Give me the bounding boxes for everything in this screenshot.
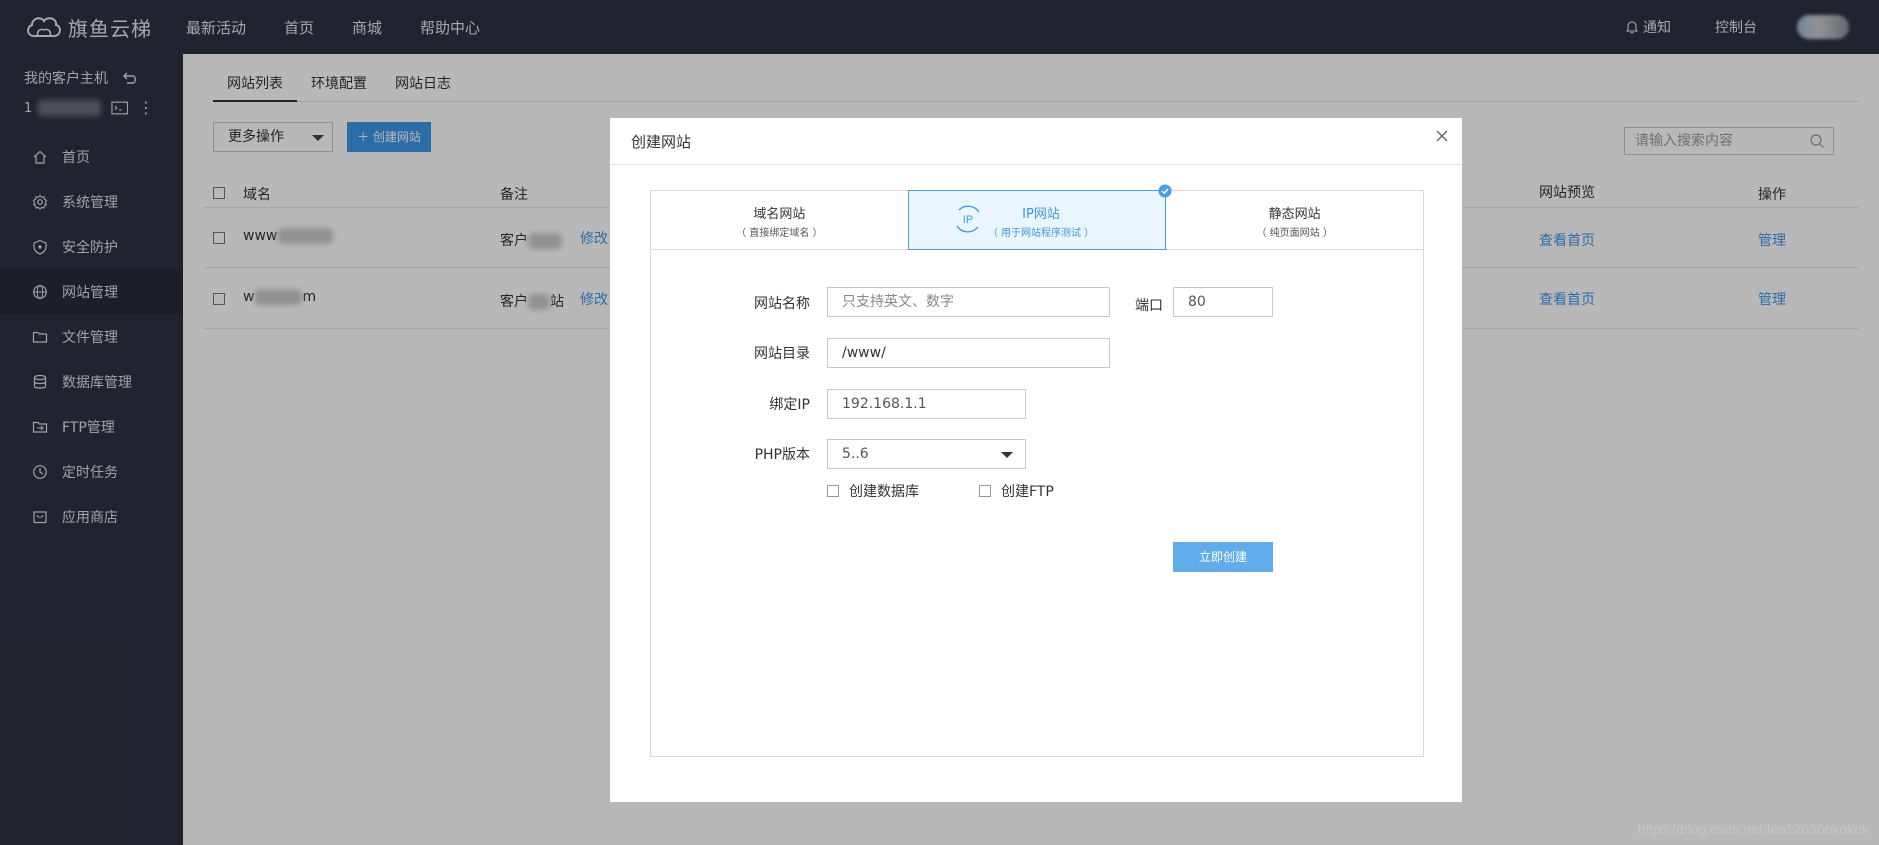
bind-ip-label: 绑定IP — [769, 397, 810, 413]
ip-icon: IP — [956, 205, 980, 233]
type-label: 静态网站 — [1268, 207, 1321, 222]
bind-ip-input[interactable]: 192.168.1.1 — [827, 389, 1026, 419]
checkbox-box — [979, 485, 991, 497]
type-sub: （ 直接绑定域名 ） — [736, 228, 823, 239]
checkbox-box — [827, 485, 839, 497]
type-sub: （ 纯页面网站 ） — [1256, 228, 1333, 239]
create-ftp-checkbox[interactable]: 创建FTP — [979, 481, 1054, 501]
php-version-select[interactable]: 5..6 — [827, 439, 1026, 469]
modal-body: 域名网站 （ 直接绑定域名 ） IP IP网站 （ 用于网站程序测试 ） 静态网… — [650, 184, 1424, 757]
create-db-checkbox[interactable]: 创建数据库 — [827, 481, 919, 501]
site-dir-input[interactable]: /www/ — [827, 338, 1110, 368]
modal-title: 创建网站 — [631, 133, 692, 151]
type-label: 域名网站 — [753, 207, 806, 222]
site-name-input[interactable]: 只支持英文、数字 — [827, 287, 1110, 317]
port-input[interactable]: 80 — [1173, 287, 1273, 317]
create-website-modal: 创建网站 域名网站 （ 直接绑定域名 ） IP IP网站 （ 用于网站程序测试 … — [610, 118, 1462, 802]
type-ip-site[interactable]: IP IP网站 （ 用于网站程序测试 ） — [907, 184, 1172, 250]
caret-down-icon — [1001, 452, 1013, 458]
type-static-site[interactable]: 静态网站 （ 纯页面网站 ） — [1166, 191, 1423, 249]
site-dir-label: 网站目录 — [754, 346, 810, 362]
type-text: IP网站 （ 用于网站程序测试 ） — [909, 203, 1166, 239]
port-label: 端口 — [1135, 298, 1163, 314]
type-domain-site[interactable]: 域名网站 （ 直接绑定域名 ） — [651, 191, 909, 249]
watermark: https://blog.csdn.net/leo12036okokok — [1637, 821, 1869, 837]
site-type-selector: 域名网站 （ 直接绑定域名 ） IP IP网站 （ 用于网站程序测试 ） 静态网… — [651, 184, 1423, 250]
php-version-label: PHP版本 — [754, 447, 810, 463]
create-ftp-label: 创建FTP — [1001, 484, 1054, 500]
modal-header: 创建网站 — [610, 118, 1462, 165]
create-db-label: 创建数据库 — [849, 484, 919, 500]
site-name-label: 网站名称 — [754, 296, 810, 312]
ip-icon-text: IP — [962, 214, 972, 226]
close-icon[interactable] — [1434, 128, 1450, 144]
create-now-button[interactable]: 立即创建 — [1173, 542, 1273, 572]
php-version-value: 5..6 — [842, 446, 869, 462]
